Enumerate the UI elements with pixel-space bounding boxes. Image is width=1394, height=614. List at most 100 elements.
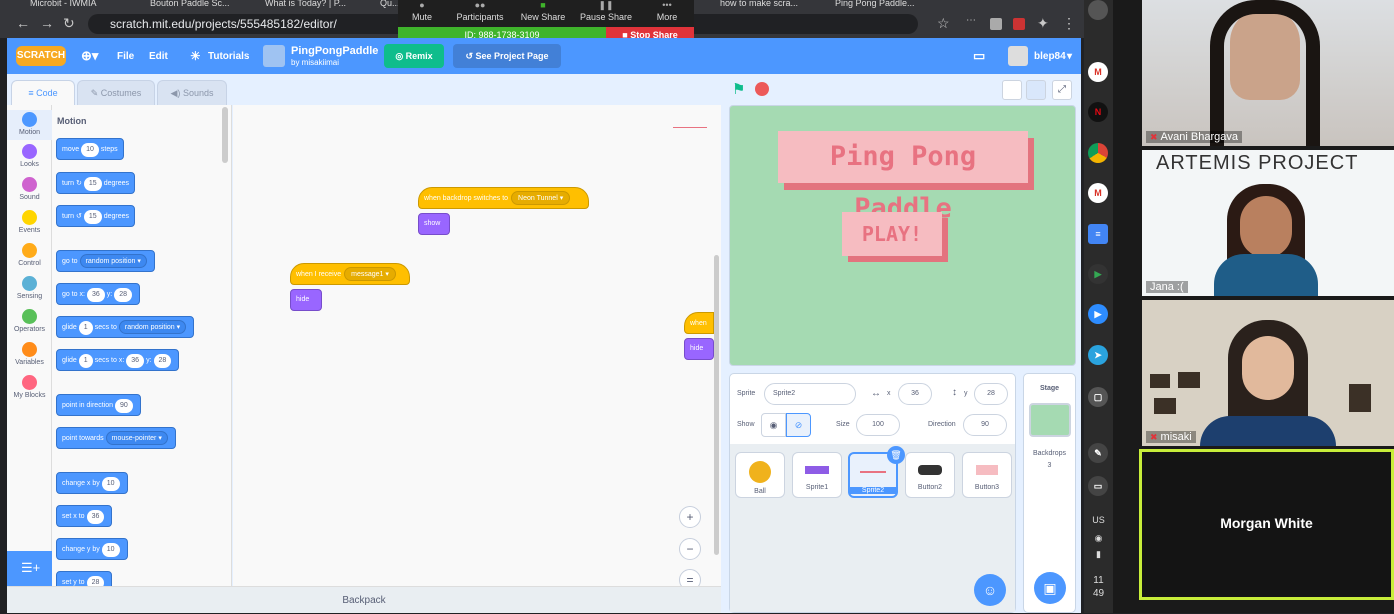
puzzle-icon[interactable]: ✦	[1037, 15, 1049, 32]
category-sound[interactable]: Sound	[7, 177, 52, 201]
username[interactable]: blep84	[1034, 51, 1066, 62]
active-speaker-tile[interactable]: Morgan White	[1139, 449, 1394, 600]
browser-tab[interactable]: Bouton Paddle Sc...	[150, 0, 230, 10]
move-block[interactable]: move 10 steps	[56, 138, 124, 160]
participant-tile[interactable]: ARTEMIS PROJECT Jana :(	[1142, 150, 1394, 296]
extension-icon[interactable]	[1013, 18, 1025, 30]
browser-tab[interactable]: Ping Pong Paddle...	[835, 0, 915, 10]
gmail-icon[interactable]: M	[1088, 183, 1108, 203]
category-operators[interactable]: Operators	[7, 309, 52, 333]
set-y-block[interactable]: set y to 28	[56, 571, 113, 586]
zoom-in-icon[interactable]: +	[679, 506, 701, 528]
docs-icon[interactable]: ≡	[1088, 224, 1108, 244]
change-y-block[interactable]: change y by 10	[56, 538, 128, 560]
zoom-icon[interactable]: ▶	[1088, 304, 1108, 324]
code-canvas[interactable]: when backdrop switches to Neon Tunnel ▾ s…	[233, 105, 721, 591]
remix-button[interactable]: ◎ Remix	[384, 44, 444, 68]
turn-left-block[interactable]: turn ↺ 15 degrees	[56, 205, 135, 227]
see-project-page-button[interactable]: ↺ See Project Page	[453, 44, 561, 68]
partial-hide-block[interactable]: hide	[684, 338, 714, 360]
extension-icon[interactable]	[990, 18, 1002, 30]
globe-icon[interactable]: ⊕▾	[81, 48, 98, 64]
backpack[interactable]: Backpack	[7, 586, 721, 613]
edit-menu[interactable]: Edit	[149, 51, 168, 62]
project-author[interactable]: by misakiimai	[291, 58, 339, 67]
canvas-scrollbar[interactable]	[714, 255, 719, 555]
glide-xy-block[interactable]: glide 1 secs to x: 36 y: 28	[56, 349, 180, 371]
screen-icon[interactable]: ▭	[1088, 476, 1108, 496]
pen-icon[interactable]: ✎	[1088, 443, 1108, 463]
mute-button[interactable]: ● Mute	[392, 0, 452, 22]
add-extension-button[interactable]: ☰+	[7, 551, 52, 586]
telegram-icon[interactable]: ➤	[1088, 345, 1108, 365]
new-share-button[interactable]: ■ New Share	[513, 0, 573, 22]
sprite-button2[interactable]: Button2	[905, 452, 955, 498]
palette-scrollbar[interactable]	[222, 107, 228, 163]
tab-costumes[interactable]: ✎ Costumes	[77, 80, 155, 105]
tab-code[interactable]: ≡ Code	[11, 80, 75, 105]
files-icon[interactable]: ▢	[1088, 387, 1108, 407]
go-to-xy-block[interactable]: go to x: 36 y: 28	[56, 283, 141, 305]
x-input[interactable]: 36	[898, 383, 932, 405]
language-indicator[interactable]: US	[1084, 515, 1113, 525]
sprite-sprite1[interactable]: Sprite1	[792, 452, 842, 498]
browser-tab[interactable]: Microbit - IWMIA	[30, 0, 97, 10]
stage-thumbnail[interactable]	[1028, 403, 1071, 437]
category-variables[interactable]: Variables	[7, 342, 52, 366]
stage-target-pane[interactable]: Stage Backdrops 3 ▣	[1023, 373, 1076, 613]
participant-tile[interactable]: ✖ misaki	[1142, 300, 1394, 446]
sprite-button3[interactable]: Button3	[962, 452, 1012, 498]
tab-sounds[interactable]: ◀) Sounds	[157, 80, 227, 105]
green-flag-icon[interactable]: ⚑	[732, 80, 745, 98]
clock-hours[interactable]: 11	[1084, 575, 1113, 586]
go-to-block[interactable]: go to random position ▾	[56, 250, 155, 272]
extension-icon[interactable]: ⋯	[966, 15, 976, 26]
when-backdrop-switches-block[interactable]: when backdrop switches to Neon Tunnel ▾	[418, 187, 589, 209]
set-x-block[interactable]: set x to 36	[56, 505, 113, 527]
play-button[interactable]: PLAY!	[842, 212, 942, 256]
stop-sign-icon[interactable]	[755, 82, 769, 96]
hide-block[interactable]: hide	[290, 289, 322, 311]
point-towards-block[interactable]: point towards mouse-pointer ▾	[56, 427, 176, 449]
avatar[interactable]	[1008, 46, 1028, 66]
change-x-block[interactable]: change x by 10	[56, 472, 128, 494]
launcher-icon[interactable]	[1088, 0, 1108, 20]
when-i-receive-block[interactable]: when I receive message1 ▾	[290, 263, 410, 285]
show-block[interactable]: show	[418, 213, 450, 235]
large-stage-icon[interactable]	[1026, 80, 1046, 100]
kebab-menu-icon[interactable]: ⋮	[1062, 15, 1076, 32]
scratch-logo[interactable]: SCRATCH	[16, 46, 66, 66]
point-direction-block[interactable]: point in direction 90	[56, 394, 141, 416]
chrome-icon[interactable]	[1088, 143, 1108, 163]
small-stage-icon[interactable]	[1002, 80, 1022, 100]
file-menu[interactable]: File	[117, 51, 134, 62]
forward-arrow-icon[interactable]: →	[40, 15, 54, 31]
category-looks[interactable]: Looks	[7, 144, 52, 168]
back-arrow-icon[interactable]: ←	[16, 15, 30, 31]
show-visible-icon[interactable]: ◉	[761, 413, 786, 437]
more-button[interactable]: ••• More	[637, 0, 697, 22]
category-sensing[interactable]: Sensing	[7, 276, 52, 300]
pause-share-button[interactable]: ❚❚ Pause Share	[576, 0, 636, 22]
fullscreen-icon[interactable]: ⤢	[1052, 80, 1072, 100]
tutorials-menu[interactable]: Tutorials	[208, 51, 249, 62]
browser-tab[interactable]: What is Today? | P...	[265, 0, 346, 10]
sprite-ball[interactable]: Ball	[735, 452, 785, 498]
glide-to-block[interactable]: glide 1 secs to random position ▾	[56, 316, 195, 338]
add-sprite-button[interactable]: ☺	[974, 574, 1006, 606]
category-motion[interactable]: Motion	[7, 110, 52, 140]
category-events[interactable]: Events	[7, 210, 52, 234]
browser-tab[interactable]: how to make scra...	[720, 0, 798, 10]
chevron-down-icon[interactable]: ▾	[1067, 51, 1072, 62]
gmail-icon[interactable]: M	[1088, 62, 1108, 82]
y-input[interactable]: 28	[974, 383, 1008, 405]
zoom-out-icon[interactable]: −	[679, 538, 701, 560]
sprite-name-input[interactable]: Sprite2	[764, 383, 856, 405]
play-store-icon[interactable]: ▶	[1088, 264, 1108, 284]
category-my-blocks[interactable]: My Blocks	[7, 375, 52, 399]
size-input[interactable]: 100	[856, 414, 900, 436]
direction-input[interactable]: 90	[963, 414, 1007, 436]
category-control[interactable]: Control	[7, 243, 52, 267]
add-backdrop-button[interactable]: ▣	[1034, 572, 1066, 604]
bookmark-star-icon[interactable]: ☆	[937, 15, 950, 32]
